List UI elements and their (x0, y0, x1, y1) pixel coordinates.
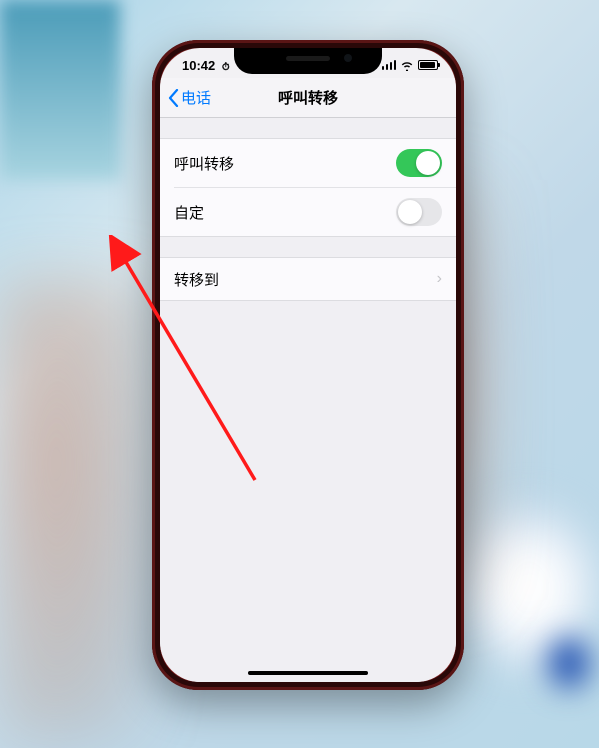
chevron-left-icon (168, 89, 179, 107)
settings-content: 呼叫转移 自定 转移到 › (160, 118, 456, 682)
row-label: 转移到 (174, 269, 219, 290)
back-label: 电话 (181, 87, 211, 108)
background-fabric (0, 0, 120, 180)
notch (234, 48, 382, 74)
back-button[interactable]: 电话 (168, 87, 211, 108)
toggle-call-forwarding[interactable] (396, 149, 442, 177)
wifi-icon (400, 60, 414, 71)
screen: 10:42 ⏱ 电话 (160, 48, 456, 682)
home-indicator[interactable] (248, 671, 368, 675)
row-forward-to[interactable]: 转移到 › (160, 258, 456, 300)
iphone-device-frame: 10:42 ⏱ 电话 (152, 40, 464, 690)
battery-icon (418, 60, 438, 70)
row-call-forwarding[interactable]: 呼叫转移 (160, 139, 456, 187)
row-label: 自定 (174, 202, 204, 223)
toggle-custom[interactable] (396, 198, 442, 226)
status-time: 10:42 (182, 58, 215, 73)
page-title: 呼叫转移 (278, 87, 338, 108)
alarm-icon: ⏱ (222, 62, 230, 73)
signal-icon (382, 60, 397, 70)
settings-group-2: 转移到 › (160, 257, 456, 301)
hand-left (0, 280, 150, 740)
chevron-right-icon: › (437, 270, 442, 288)
row-custom[interactable]: 自定 (174, 187, 456, 236)
settings-group-1: 呼叫转移 自定 (160, 138, 456, 237)
background-object-blue (549, 638, 589, 688)
row-label: 呼叫转移 (174, 153, 234, 174)
navigation-bar: 电话 呼叫转移 (160, 78, 456, 118)
